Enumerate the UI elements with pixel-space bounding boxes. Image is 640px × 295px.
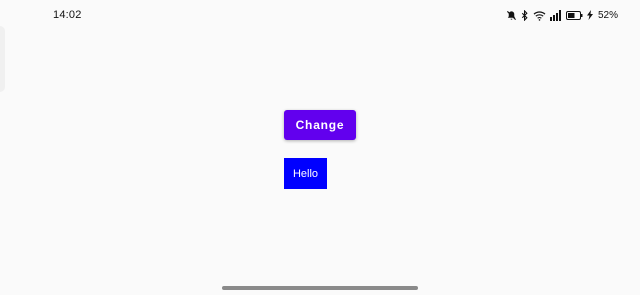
battery-icon — [565, 10, 583, 20]
signal-icon — [549, 9, 562, 21]
hello-label: Hello — [284, 158, 327, 189]
charging-icon — [586, 10, 593, 20]
change-button[interactable]: Change — [284, 110, 356, 140]
mute-icon — [506, 10, 517, 21]
gesture-navigation-handle[interactable] — [222, 286, 418, 290]
edge-panel-handle[interactable] — [0, 26, 5, 92]
status-bar: 14:02 52% — [0, 0, 640, 30]
bluetooth-icon — [521, 9, 529, 21]
status-icons: 52% — [506, 8, 618, 22]
battery-percent: 52% — [597, 9, 618, 21]
status-time: 14:02 — [53, 9, 82, 21]
wifi-icon — [533, 10, 546, 21]
